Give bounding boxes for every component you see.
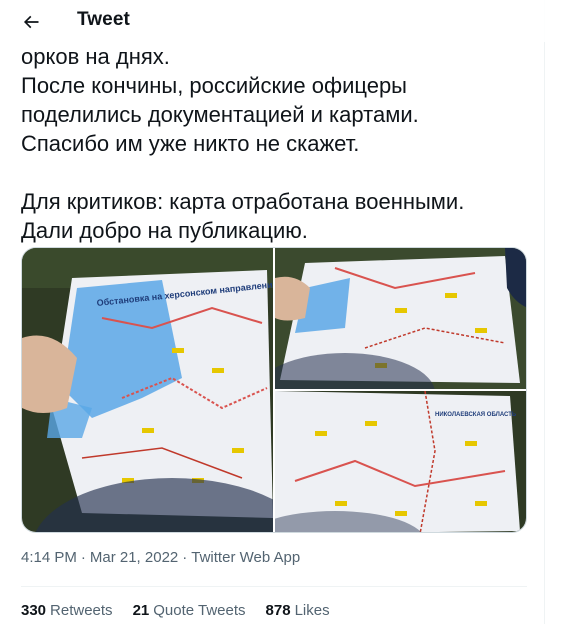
divider xyxy=(21,586,527,587)
tweet-text-line: Для критиков: карта отработана военными. xyxy=(21,189,465,214)
tweet-text-line: Спасибо им уже никто не скажет. xyxy=(21,131,360,156)
retweets-count[interactable]: 330 Retweets xyxy=(21,602,113,619)
tweet-text-line: поделились документацией и картами. xyxy=(21,102,419,127)
page-title: Tweet xyxy=(77,9,130,30)
likes-count[interactable]: 878 Likes xyxy=(266,602,330,619)
tweet-stats: 330 Retweets 21 Quote Tweets 878 Likes xyxy=(21,602,330,619)
tweet-media-grid: Обстановка на херсонском направлении НИК… xyxy=(21,247,527,533)
tweet-time[interactable]: 4:14 PM xyxy=(21,549,77,566)
tweet-date[interactable]: Mar 21, 2022 xyxy=(90,549,178,566)
tweet-photo-1[interactable]: Обстановка на херсонском направлении xyxy=(22,248,273,532)
map-photo-image: Обстановка на херсонском направлении xyxy=(22,248,273,532)
tweet-text-line: орков на днях. xyxy=(21,44,170,69)
tweet-photo-2[interactable] xyxy=(275,248,526,389)
arrow-left-icon xyxy=(23,15,39,29)
map-photo-image: НИКОЛАЕВСКАЯ ОБЛАСТЬ xyxy=(275,391,526,532)
meta-separator: · xyxy=(80,549,86,566)
map-photo-image xyxy=(275,248,526,389)
tweet-text-line: После кончины, российские офицеры xyxy=(21,73,407,98)
map-region-label: НИКОЛАЕВСКАЯ ОБЛАСТЬ xyxy=(435,412,517,418)
tweet-text-line: Дали добро на публикацию. xyxy=(21,218,308,243)
quote-tweets-count[interactable]: 21 Quote Tweets xyxy=(133,602,246,619)
tweet-photo-3[interactable]: НИКОЛАЕВСКАЯ ОБЛАСТЬ xyxy=(275,391,526,532)
back-button[interactable] xyxy=(14,5,48,39)
tweet-source-link[interactable]: Twitter Web App xyxy=(191,549,300,566)
tweet-column: Tweet орков на днях. После кончины, росс… xyxy=(0,0,545,624)
tweet-text-line xyxy=(21,158,531,187)
tweet-text: орков на днях. После кончины, российские… xyxy=(21,42,531,245)
meta-separator: · xyxy=(182,549,188,566)
top-bar: Tweet xyxy=(0,0,545,42)
tweet-metadata: 4:14 PM · Mar 21, 2022 · Twitter Web App xyxy=(21,549,300,566)
